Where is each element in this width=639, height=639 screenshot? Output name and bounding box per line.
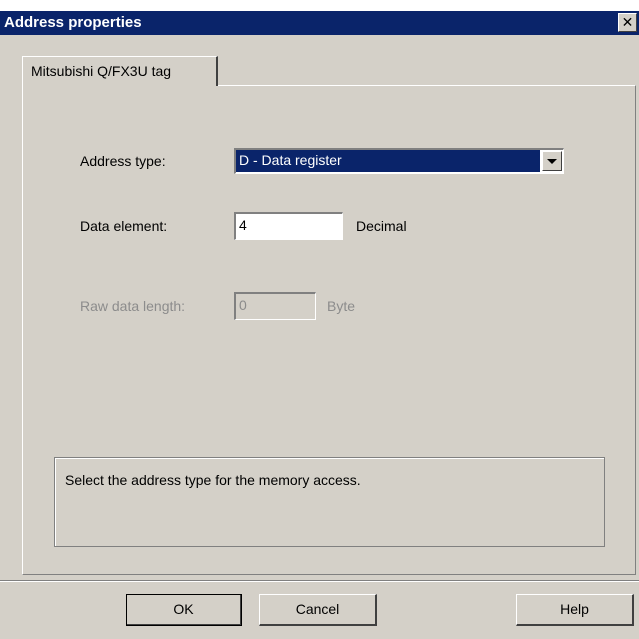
tab-mitsubishi-tag[interactable]: Mitsubishi Q/FX3U tag <box>22 56 218 86</box>
ok-button[interactable]: OK <box>126 594 242 626</box>
data-element-input[interactable]: 4 <box>234 212 343 240</box>
description-text: Select the address type for the memory a… <box>65 472 361 488</box>
raw-data-length-label: Raw data length: <box>80 298 186 314</box>
address-properties-dialog: Address properties ✕ Mitsubishi Q/FX3U t… <box>0 0 639 639</box>
address-type-select[interactable]: D - Data register <box>234 148 564 174</box>
window-title: Address properties <box>4 14 142 31</box>
chevron-down-icon[interactable] <box>542 151 562 171</box>
top-strip <box>0 0 639 11</box>
data-element-unit: Decimal <box>356 218 407 234</box>
close-icon: ✕ <box>621 14 634 30</box>
description-box: Select the address type for the memory a… <box>54 457 605 547</box>
tab-label: Mitsubishi Q/FX3U tag <box>31 63 172 79</box>
address-type-label: Address type: <box>80 153 166 169</box>
cancel-button[interactable]: Cancel <box>259 594 377 626</box>
title-bar: Address properties ✕ <box>0 11 639 35</box>
help-button[interactable]: Help <box>516 594 634 626</box>
close-button[interactable]: ✕ <box>618 13 637 32</box>
address-type-value: D - Data register <box>236 150 540 172</box>
raw-data-length-unit: Byte <box>327 298 356 314</box>
data-element-label: Data element: <box>80 218 168 234</box>
raw-data-length-input: 0 <box>234 292 316 320</box>
divider <box>0 580 639 582</box>
